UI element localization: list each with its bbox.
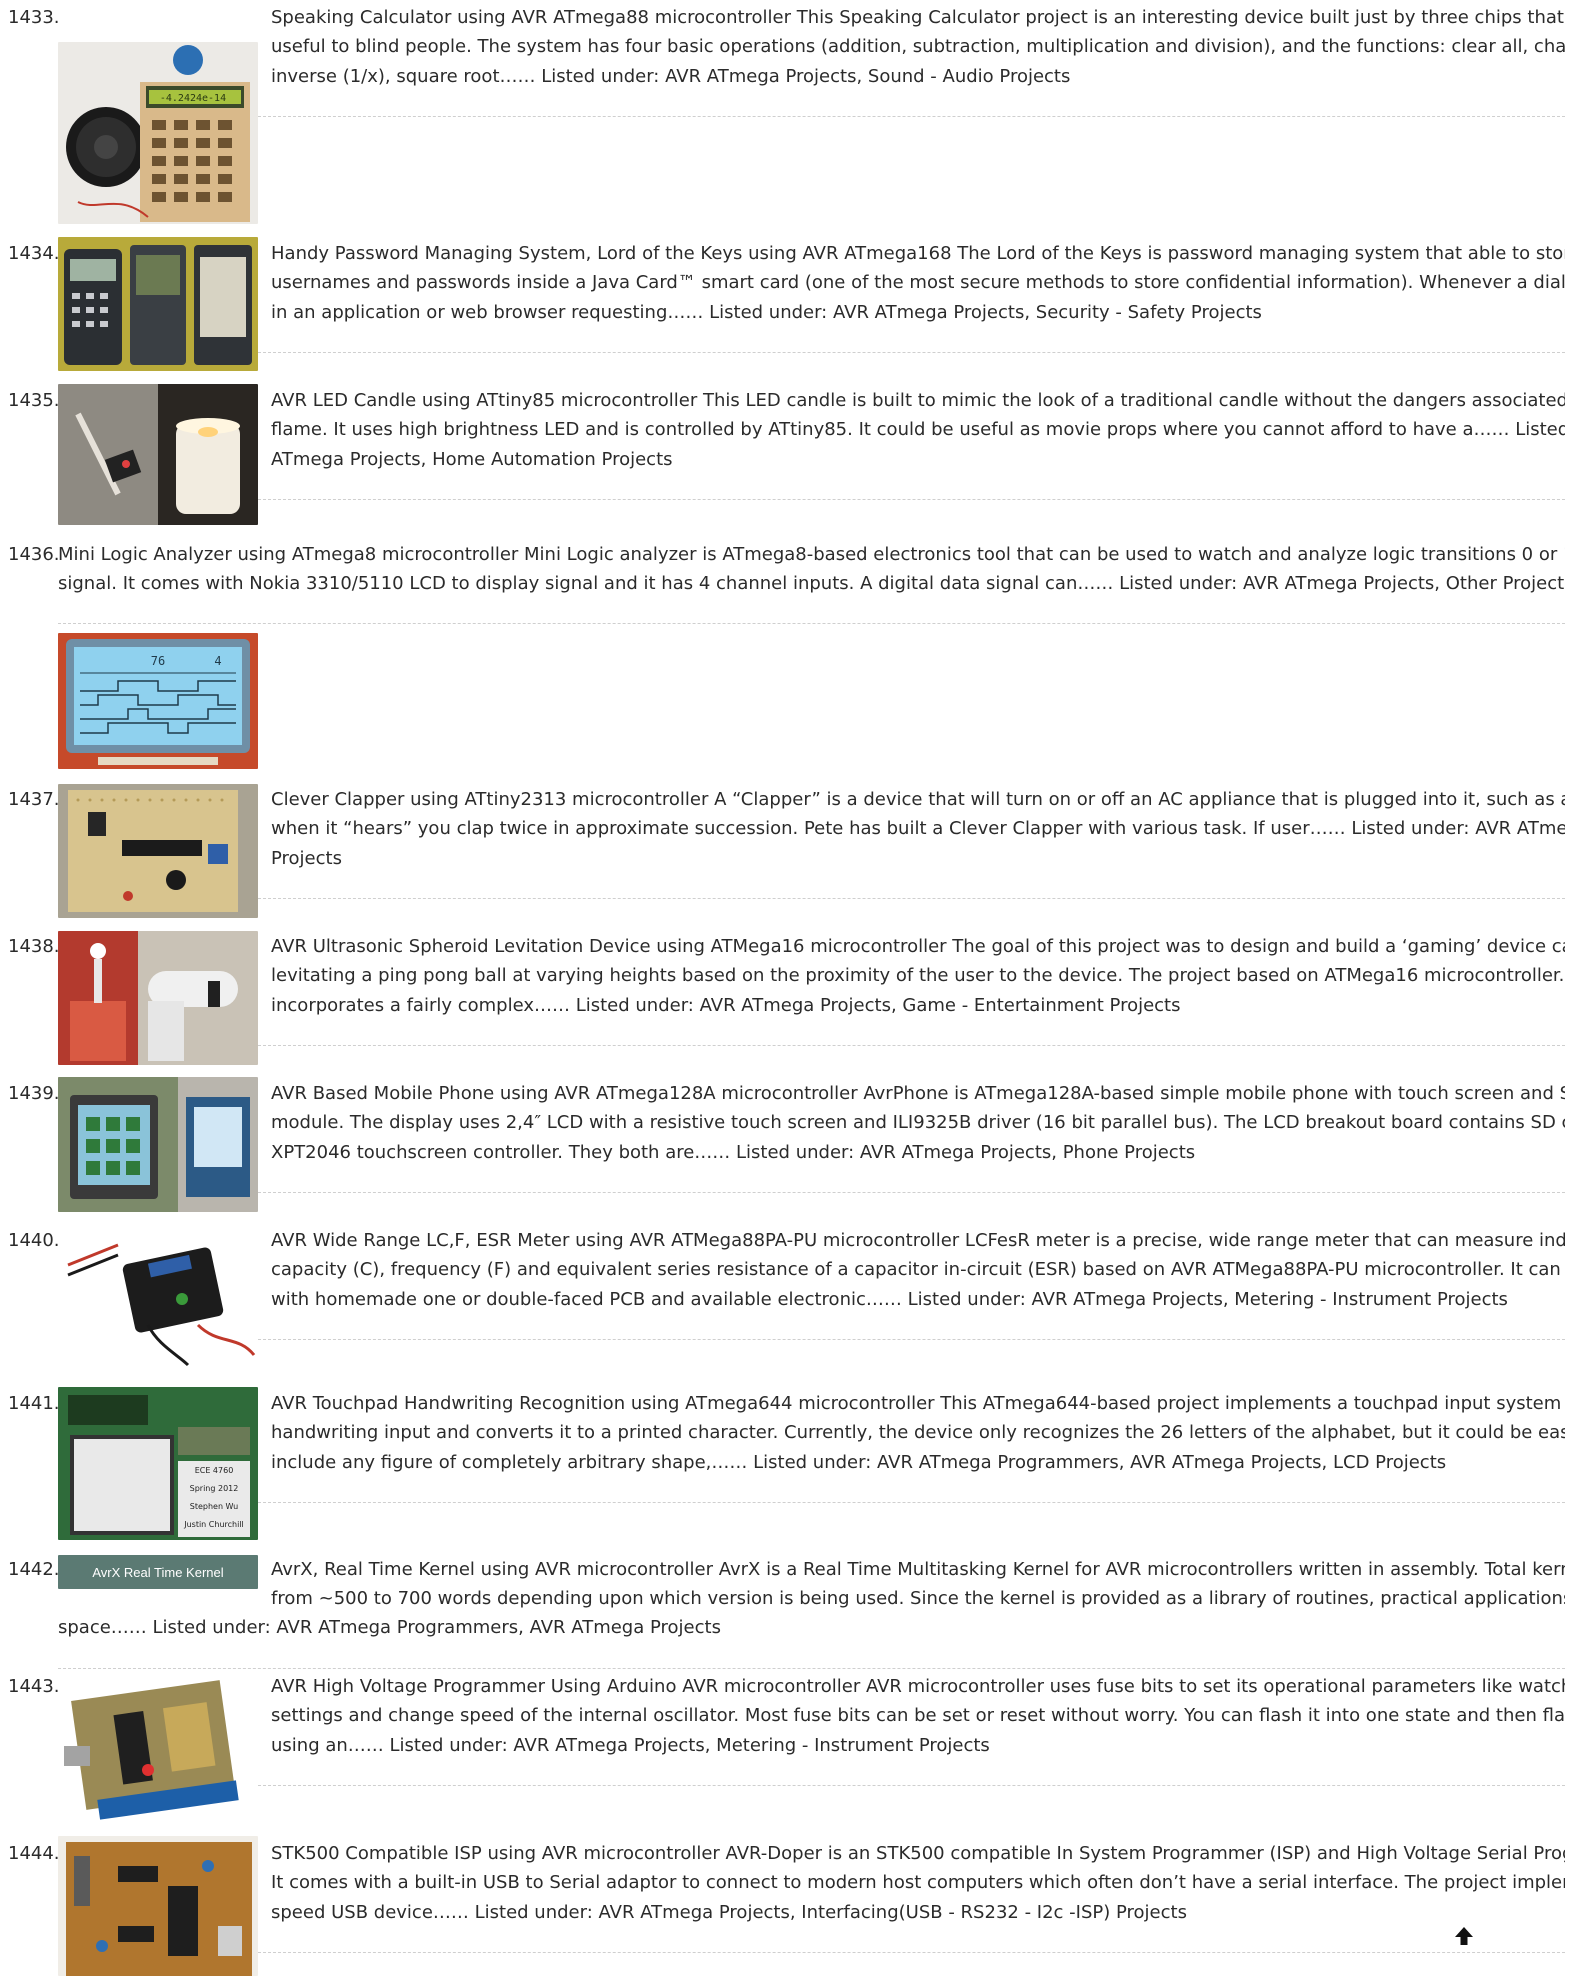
project-description[interactable]: Speaking Calculator using AVR ATmega88 m…	[271, 3, 1565, 91]
divider	[258, 116, 1565, 117]
thumb-caption: ECE 4760	[195, 1466, 234, 1475]
divider	[258, 1045, 1565, 1046]
project-thumbnail[interactable]	[58, 1225, 258, 1368]
divider	[258, 1339, 1565, 1340]
item-number: 1443.	[8, 1676, 60, 1697]
item-number: 1442.	[8, 1559, 60, 1580]
project-thumbnail[interactable]	[58, 1670, 258, 1823]
project-description[interactable]: AVR Ultrasonic Spheroid Levitation Devic…	[271, 932, 1565, 1020]
project-thumbnail[interactable]	[58, 384, 258, 525]
project-thumbnail[interactable]	[58, 1077, 258, 1212]
project-thumbnail[interactable]: ECE 4760 Spring 2012 Stephen Wu Justin C…	[58, 1387, 258, 1540]
item-number: 1433.	[8, 7, 60, 28]
project-description[interactable]: STK500 Compatible ISP using AVR microcon…	[271, 1839, 1565, 1927]
item-number: 1444.	[8, 1843, 60, 1864]
project-thumbnail[interactable]	[58, 1836, 258, 1976]
project-thumbnail[interactable]	[58, 931, 258, 1065]
project-thumbnail[interactable]: 76 4	[58, 633, 258, 769]
project-description[interactable]: AVR Based Mobile Phone using AVR ATmega1…	[271, 1079, 1565, 1167]
divider	[258, 352, 1565, 353]
item-number: 1434.	[8, 243, 60, 264]
calculator-display: -4.2424e-14	[160, 93, 226, 104]
item-number: 1435.	[8, 390, 60, 411]
project-description[interactable]: AVR High Voltage Programmer Using Arduin…	[271, 1672, 1565, 1760]
project-description[interactable]: AvrX, Real Time Kernel using AVR microco…	[271, 1555, 1565, 1614]
thumb-caption: Stephen Wu	[190, 1502, 239, 1511]
divider	[58, 1668, 1565, 1669]
project-thumbnail[interactable]: AvrX Real Time Kernel	[58, 1555, 258, 1589]
item-number: 1438.	[8, 936, 60, 957]
lcd-readout-a: 76	[151, 654, 165, 668]
divider	[258, 1192, 1565, 1193]
divider	[258, 1785, 1565, 1786]
item-number: 1439.	[8, 1083, 60, 1104]
divider	[58, 623, 1565, 624]
project-description[interactable]: Mini Logic Analyzer using ATmega8 microc…	[58, 540, 1565, 599]
item-number: 1440.	[8, 1230, 60, 1251]
project-list: 1433. -4.2424e-14 Speaking Calculator us…	[0, 0, 1565, 1976]
thumb-title: AvrX Real Time Kernel	[92, 1565, 223, 1580]
project-description[interactable]: AVR Wide Range LC,F, ESR Meter using AVR…	[271, 1226, 1565, 1314]
project-thumbnail[interactable]: -4.2424e-14	[58, 42, 258, 224]
project-description[interactable]: AVR LED Candle using ATtiny85 microcontr…	[271, 386, 1565, 474]
arrow-up-icon[interactable]	[1452, 1924, 1476, 1948]
item-number: 1441.	[8, 1393, 60, 1414]
item-number: 1437.	[8, 789, 60, 810]
thumb-caption: Spring 2012	[190, 1484, 239, 1493]
divider	[258, 1952, 1565, 1953]
divider	[258, 1502, 1565, 1503]
project-description[interactable]: Handy Password Managing System, Lord of …	[271, 239, 1565, 327]
project-description[interactable]: Clever Clapper using ATtiny2313 microcon…	[271, 785, 1565, 873]
project-thumbnail[interactable]	[58, 784, 258, 918]
project-description-wrap: space…… Listed under: AVR ATmega Program…	[58, 1617, 721, 1638]
lcd-readout-b: 4	[214, 654, 221, 668]
thumb-caption: Justin Churchill	[183, 1520, 244, 1529]
project-thumbnail[interactable]	[58, 237, 258, 371]
project-description[interactable]: AVR Touchpad Handwriting Recognition usi…	[271, 1389, 1565, 1477]
divider	[258, 898, 1565, 899]
item-number: 1436.	[8, 544, 60, 565]
divider	[258, 499, 1565, 500]
